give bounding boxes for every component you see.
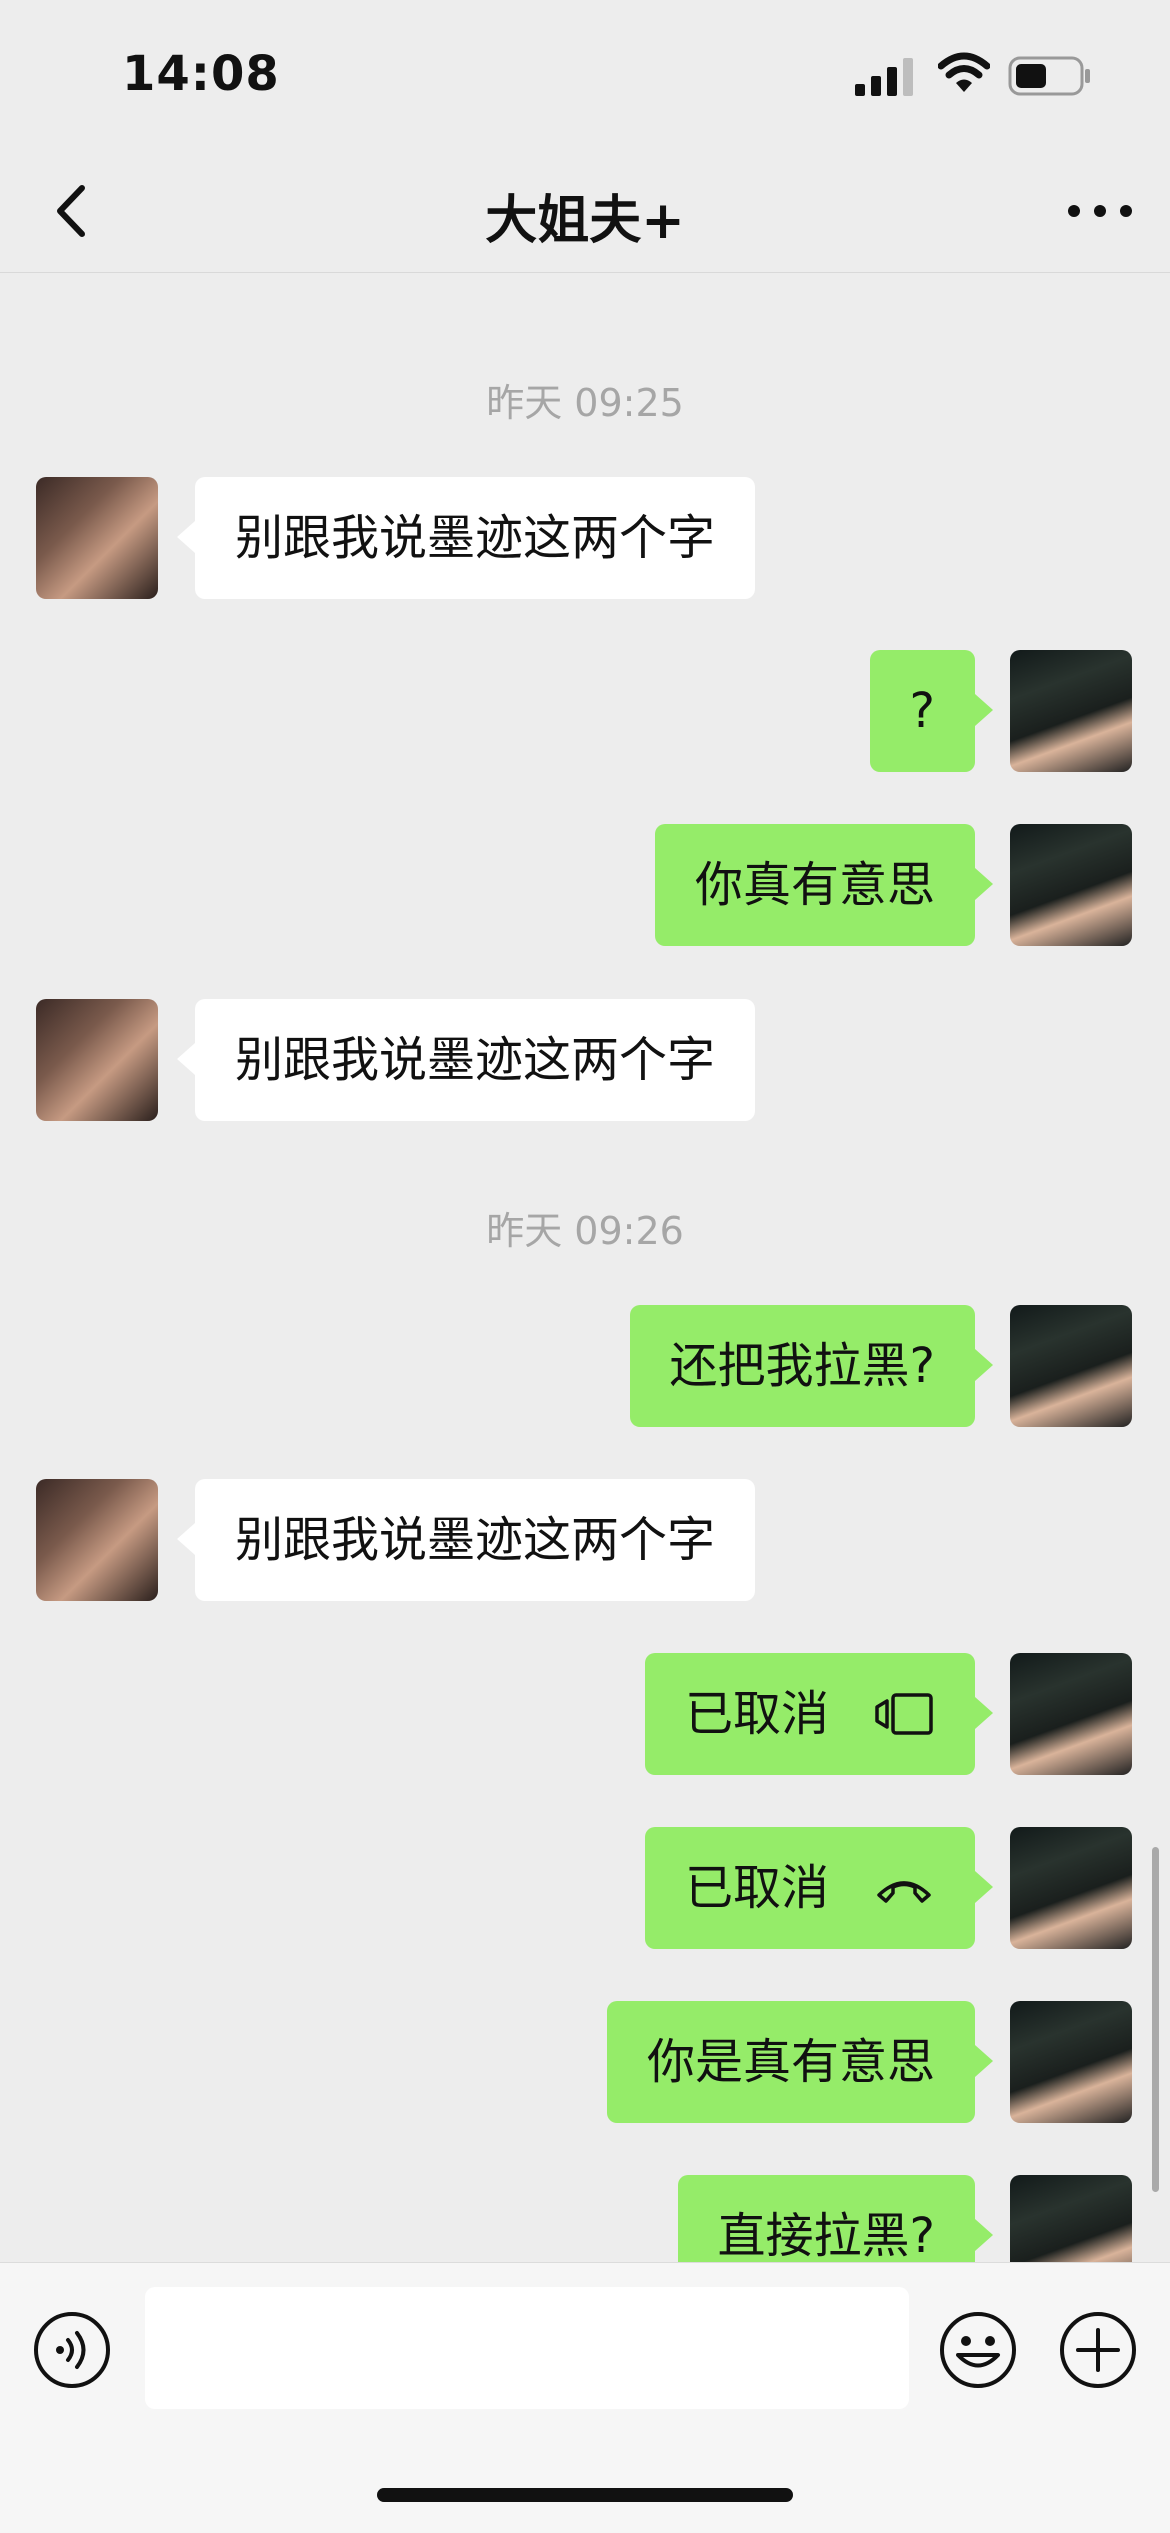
voice-input-button[interactable]	[32, 2310, 112, 2390]
more-functions-button[interactable]	[1058, 2310, 1138, 2390]
nav-bar: 大姐夫+	[0, 150, 1170, 273]
video-call-icon	[875, 1693, 933, 1735]
battery-icon	[1008, 56, 1090, 96]
message-bubble-incoming[interactable]: 别跟我说墨迹这两个字	[176, 477, 756, 599]
more-options-button[interactable]	[1060, 176, 1140, 246]
avatar-me[interactable]	[1010, 824, 1132, 946]
message-bubble-outgoing[interactable]: ?	[869, 650, 994, 772]
call-status-text: 已取消	[685, 1860, 830, 1916]
wifi-icon	[938, 52, 990, 92]
message-bubble-outgoing[interactable]: 你真有意思	[654, 824, 994, 946]
message-bubble-outgoing[interactable]: 还把我拉黑?	[629, 1305, 994, 1427]
avatar-contact[interactable]	[36, 999, 158, 1121]
emoji-button[interactable]	[938, 2310, 1018, 2390]
message-bubble-incoming[interactable]: 别跟我说墨迹这两个字	[176, 1479, 756, 1601]
home-indicator[interactable]	[377, 2488, 793, 2502]
avatar-contact[interactable]	[36, 1479, 158, 1601]
status-time: 14:08	[122, 46, 280, 102]
status-bar: 14:08	[0, 0, 1170, 150]
voice-call-cancelled-bubble[interactable]: 已取消	[645, 1827, 993, 1949]
avatar-me[interactable]	[1010, 1653, 1132, 1775]
avatar-me[interactable]	[1010, 650, 1132, 772]
message-bubble-outgoing[interactable]: 你是真有意思	[606, 2001, 994, 2123]
cellular-signal-icon	[855, 58, 913, 96]
timestamp: 昨天 09:26	[486, 1209, 684, 1253]
avatar-contact[interactable]	[36, 477, 158, 599]
input-bar	[0, 2262, 1170, 2533]
message-input[interactable]	[145, 2287, 909, 2409]
timestamp: 昨天 09:25	[486, 381, 684, 425]
chat-title: 大姐夫+	[485, 191, 685, 251]
message-bubble-incoming[interactable]: 别跟我说墨迹这两个字	[176, 999, 756, 1121]
scrollbar[interactable]	[1152, 1847, 1159, 2192]
avatar-me[interactable]	[1010, 2175, 1132, 2262]
chat-message-list[interactable]: 昨天 09:25 别跟我说墨迹这两个字 ? 你真有意思 别跟我说墨迹这两个字 昨…	[0, 272, 1170, 2262]
avatar-me[interactable]	[1010, 1305, 1132, 1427]
phone-call-icon	[877, 1881, 931, 1903]
avatar-me[interactable]	[1010, 2001, 1132, 2123]
message-bubble-outgoing[interactable]: 直接拉黑?	[677, 2175, 994, 2262]
call-status-text: 已取消	[685, 1686, 830, 1742]
video-call-cancelled-bubble[interactable]: 已取消	[645, 1653, 993, 1775]
avatar-me[interactable]	[1010, 1827, 1132, 1949]
